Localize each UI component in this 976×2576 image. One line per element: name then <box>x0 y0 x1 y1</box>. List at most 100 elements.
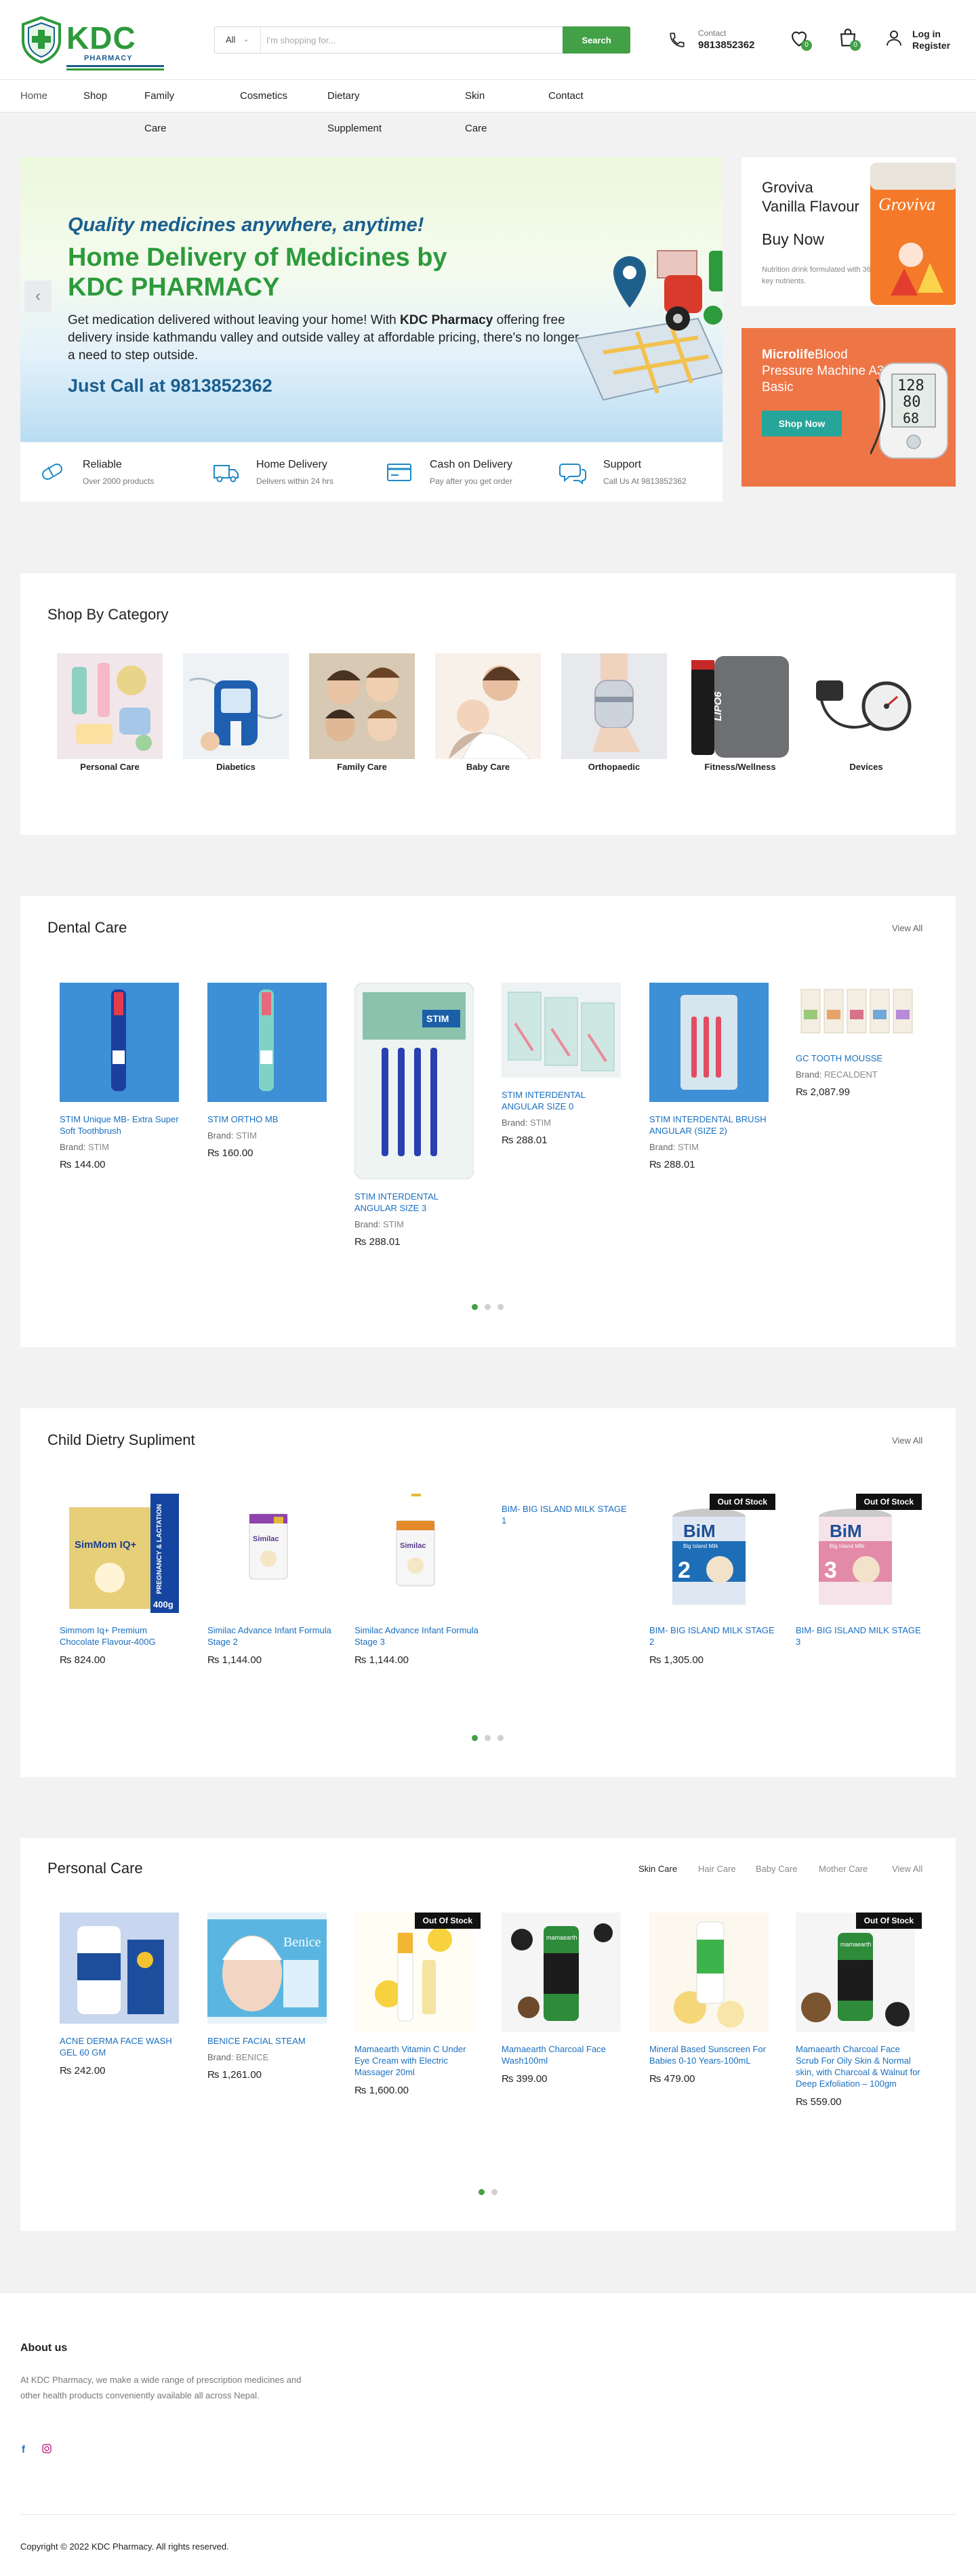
site-logo[interactable]: KDC PHARMACY <box>20 16 164 70</box>
category-image <box>435 653 541 759</box>
product-name[interactable]: Mamaearth Charcoal Face Wash100ml <box>502 2043 628 2066</box>
nav-item-contact[interactable]: Contact <box>548 80 584 113</box>
product-name[interactable]: BENICE FACIAL STEAM <box>207 2035 333 2047</box>
promo-groviva[interactable]: Groviva Vanilla Flavour Buy Now Nutritio… <box>741 157 956 306</box>
product-image <box>649 983 769 1102</box>
product-name[interactable]: Mamaearth Vitamin C Under Eye Cream with… <box>354 2043 481 2078</box>
category-baby-care[interactable]: Baby Care <box>435 653 541 782</box>
product-card[interactable]: BiM Big Island Milk 2 Out Of Stock BIM- BI… <box>649 1494 775 1666</box>
product-name[interactable]: Similac Advance Infant Formula Stage 2 <box>207 1624 333 1648</box>
account-link[interactable]: Log in Register <box>884 26 958 54</box>
product-name[interactable]: BIM- BIG ISLAND MILK STAGE 2 <box>649 1624 775 1648</box>
product-card[interactable]: Mineral Based Sunscreen For Babies 0-10 … <box>649 1913 775 2085</box>
bim-stage-number: 2 <box>678 1557 691 1583</box>
product-card[interactable]: Similac Similac Advance Infant Formula S… <box>207 1494 333 1666</box>
product-price: ₨ 559.00 <box>796 2096 842 2108</box>
product-name[interactable]: STIM ORTHO MB <box>207 1113 333 1125</box>
product-card[interactable]: STIM STIM INTERDENTAL ANGULAR SIZE 3 Bra… <box>354 982 481 1248</box>
view-all-link[interactable]: View All <box>892 1864 922 1874</box>
product-card[interactable]: Similac Similac Advance Infant Formula S… <box>354 1494 481 1666</box>
product-name[interactable]: STIM INTERDENTAL ANGULAR SIZE 3 <box>354 1191 481 1214</box>
carousel-dot[interactable] <box>485 1735 491 1741</box>
carousel-dot[interactable] <box>479 2189 485 2195</box>
category-label: Baby Care <box>466 762 510 772</box>
product-card[interactable]: BiM Big Island Milk 3 Out Of Stock BIM- BI… <box>796 1494 922 1648</box>
product-name[interactable]: STIM INTERDENTAL ANGULAR SIZE 0 <box>502 1089 628 1112</box>
nav-item-cosmetics[interactable]: Cosmetics <box>240 80 287 113</box>
product-card[interactable]: STIM INTERDENTAL ANGULAR SIZE 0 Brand: S… <box>502 983 628 1146</box>
feature-subtitle: Call Us At 9813852362 <box>603 476 687 486</box>
product-card[interactable]: Benice BENICE FACIAL STEAM Brand: BENICE… <box>207 1913 333 2081</box>
carousel-dot[interactable] <box>497 1304 504 1310</box>
login-link[interactable]: Log in <box>912 28 941 39</box>
promo-cta[interactable]: Buy Now <box>762 230 824 249</box>
nav-item-family-care[interactable]: Family Care <box>144 80 174 134</box>
product-card[interactable]: GC TOOTH MOUSSE Brand: RECALDENT ₨ 2,087… <box>796 983 922 1098</box>
product-price: ₨ 1,600.00 <box>354 2085 409 2096</box>
product-name[interactable]: GC TOOTH MOUSSE <box>796 1052 922 1064</box>
promo-bp-machine[interactable]: MicrolifeBlood Pressure Machine A3 Basic… <box>741 328 956 487</box>
product-card[interactable]: mamaearth Out Of Stock Mamaearth Charcoa… <box>796 1913 922 2108</box>
nav-item-dietary-supplement[interactable]: Dietary Supplement <box>327 80 382 134</box>
product-card[interactable]: SimMom IQ+ PREGNANCY & LACTATION 400g Simm… <box>60 1494 186 1666</box>
product-name[interactable]: Simmom Iq+ Premium Chocolate Flavour-400… <box>60 1624 186 1648</box>
search-button[interactable]: Search <box>563 26 630 54</box>
brand-value: STIM <box>529 1118 551 1128</box>
carousel-dot[interactable] <box>472 1304 478 1310</box>
cart-button[interactable]: 0 <box>836 26 861 51</box>
instagram-icon[interactable] <box>42 2444 52 2453</box>
facebook-icon[interactable]: f <box>22 2444 25 2455</box>
groviva-pack-text: Groviva <box>878 195 935 214</box>
view-all-link[interactable]: View All <box>892 923 922 933</box>
search-input[interactable] <box>266 27 544 53</box>
feature-support: Support Call Us At 9813852362 <box>541 443 714 502</box>
category-family-care[interactable]: Family Care <box>309 653 415 782</box>
product-name[interactable]: STIM Unique MB- Extra Super Soft Toothbr… <box>60 1113 186 1137</box>
product-name[interactable]: BIM- BIG ISLAND MILK STAGE 3 <box>796 1624 922 1648</box>
product-name[interactable]: STIM INTERDENTAL BRUSH ANGULAR (SIZE 2) <box>649 1113 775 1137</box>
category-fitness-wellness[interactable]: LIPO6 Fitness/Wellness <box>687 653 793 782</box>
nav-item-home[interactable]: Home <box>20 80 47 113</box>
search-category-select[interactable]: All ⌄ <box>215 27 261 53</box>
nav-item-shop[interactable]: Shop <box>83 80 107 113</box>
hero-desc-bold: KDC Pharmacy <box>400 313 493 327</box>
product-name[interactable]: Mineral Based Sunscreen For Babies 0-10 … <box>649 2043 775 2066</box>
product-card[interactable]: STIM ORTHO MB Brand: STIM ₨ 160.00 <box>207 983 333 1159</box>
product-card[interactable]: STIM INTERDENTAL BRUSH ANGULAR (SIZE 2) … <box>649 983 775 1170</box>
product-card[interactable]: STIM Unique MB- Extra Super Soft Toothbr… <box>60 983 186 1170</box>
feature-cash-on-delivery: Cash on Delivery Pay after you get order <box>367 443 540 502</box>
product-name[interactable]: Mamaearth Charcoal Face Scrub For Oily S… <box>796 2043 922 2089</box>
product-card[interactable]: Out Of Stock Mamaearth Vitamin C Under E… <box>354 1913 481 2096</box>
shop-now-button[interactable]: Shop Now <box>762 411 842 436</box>
category-image <box>309 653 415 759</box>
carousel-dot[interactable] <box>472 1735 478 1741</box>
carousel-dot[interactable] <box>491 2189 497 2195</box>
product-price: ₨ 1,144.00 <box>207 1654 262 1666</box>
carousel-prev-button[interactable]: ‹ <box>24 281 52 312</box>
register-link[interactable]: Register <box>912 40 950 51</box>
tab-baby-care[interactable]: Baby Care <box>756 1864 797 1874</box>
product-card[interactable]: mamaearth Mamaearth Charcoal Face Wash10… <box>502 1913 628 2085</box>
tab-mother-care[interactable]: Mother Care <box>819 1864 868 1874</box>
feature-subtitle: Pay after you get order <box>430 476 513 486</box>
hero-desc-text: Get medication delivered without leaving… <box>68 313 401 327</box>
nav-item-skin-care[interactable]: Skin Care <box>465 80 487 134</box>
logo-bar <box>66 65 164 67</box>
product-image <box>649 1913 769 2032</box>
product-card[interactable]: BIM- BIG ISLAND MILK STAGE 1 <box>502 1503 628 1526</box>
product-card[interactable]: ACNE DERMA FACE WASH GEL 60 GM ₨ 242.00 <box>60 1913 186 2077</box>
brand-label: Brand: <box>207 1130 234 1141</box>
view-all-link[interactable]: View All <box>892 1435 922 1446</box>
wishlist-button[interactable]: 0 <box>788 26 812 51</box>
category-orthopaedic[interactable]: Orthopaedic <box>561 653 667 782</box>
category-devices[interactable]: Devices <box>813 653 919 782</box>
product-name[interactable]: Similac Advance Infant Formula Stage 3 <box>354 1624 481 1648</box>
carousel-dot[interactable] <box>485 1304 491 1310</box>
category-diabetics[interactable]: Diabetics <box>183 653 289 782</box>
category-personal-care[interactable]: Personal Care <box>57 653 163 782</box>
tab-hair-care[interactable]: Hair Care <box>698 1864 736 1874</box>
carousel-dot[interactable] <box>497 1735 504 1741</box>
tab-skin-care[interactable]: Skin Care <box>638 1864 677 1874</box>
product-name[interactable]: BIM- BIG ISLAND MILK STAGE 1 <box>502 1503 628 1526</box>
product-name[interactable]: ACNE DERMA FACE WASH GEL 60 GM <box>60 2035 186 2058</box>
